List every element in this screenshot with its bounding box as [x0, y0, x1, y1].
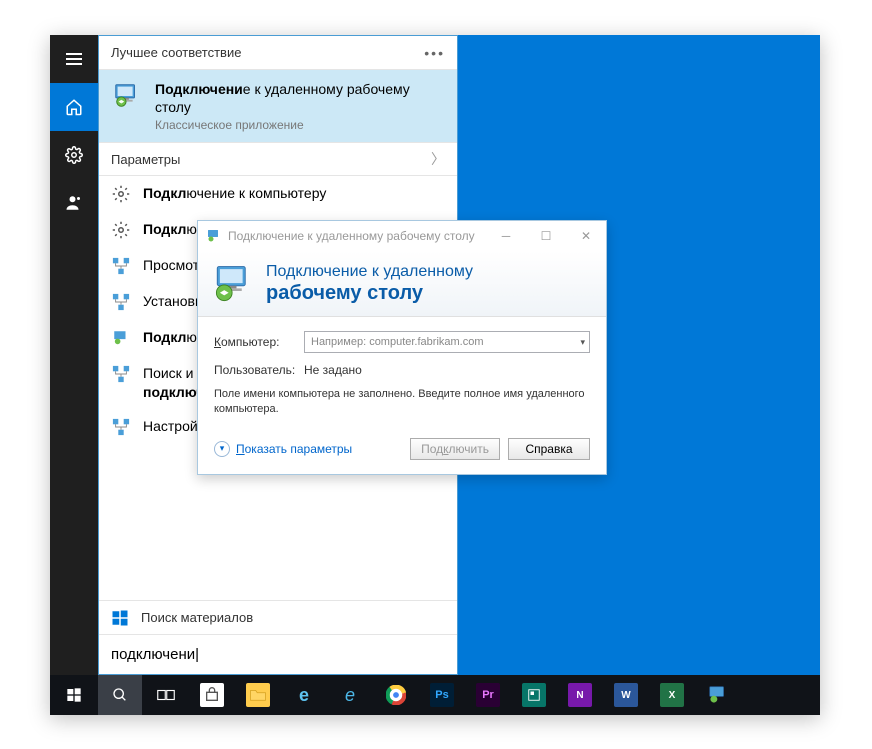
rdp-banner-line2: рабочему столу — [266, 281, 473, 305]
gear-icon — [65, 146, 83, 164]
hamburger-icon — [66, 53, 82, 65]
tb-photoshop[interactable]: Ps — [420, 675, 464, 715]
result-item[interactable]: Подключение к компьютеру — [99, 176, 457, 212]
computer-combobox[interactable]: Например: computer.fabrikam.com ▾ — [304, 331, 590, 353]
params-section-header[interactable]: Параметры 〉 — [99, 142, 457, 176]
best-match-subtitle: Классическое приложение — [155, 118, 445, 132]
computer-label: Компьютер: — [214, 335, 296, 349]
tb-premiere[interactable]: Pr — [466, 675, 510, 715]
result-text: Подключение к компьютеру — [143, 184, 326, 202]
edge-icon: e — [292, 683, 316, 707]
start-rail — [50, 35, 98, 675]
close-button[interactable]: ✕ — [566, 221, 606, 251]
params-label: Параметры — [111, 152, 180, 167]
tb-rdp[interactable] — [696, 675, 740, 715]
search-icon — [112, 687, 128, 703]
result-icon — [111, 417, 131, 437]
rdp-icon — [111, 80, 143, 112]
user-label: Пользователь: — [214, 363, 296, 377]
maximize-button[interactable]: ☐ — [526, 221, 566, 251]
more-button[interactable]: ••• — [424, 45, 445, 61]
tb-explorer[interactable] — [236, 675, 280, 715]
taskview-icon — [157, 688, 175, 702]
taskbar: e e Ps Pr N W X — [50, 675, 820, 715]
person-icon — [65, 194, 83, 212]
rdp-titlebar[interactable]: Подключение к удаленному рабочему столу … — [198, 221, 606, 251]
rdp-title-icon — [206, 228, 222, 244]
ps-icon: Ps — [430, 683, 454, 707]
show-options-label: Показать параметры — [236, 442, 352, 456]
rdp-taskbar-icon — [707, 685, 729, 705]
store-icon — [200, 683, 224, 707]
chevron-down-icon: ▾ — [580, 337, 585, 348]
user-value: Не задано — [304, 363, 362, 377]
account-rail-button[interactable] — [50, 179, 98, 227]
tb-chrome[interactable] — [374, 675, 418, 715]
onenote-icon: N — [568, 683, 592, 707]
result-icon — [111, 292, 131, 312]
tb-ie[interactable]: e — [328, 675, 372, 715]
home-button[interactable] — [50, 83, 98, 131]
task-view-button[interactable] — [144, 675, 188, 715]
result-icon — [111, 220, 131, 240]
windows-icon — [66, 687, 82, 703]
rdp-banner-line1: Подключение к удаленному — [266, 262, 473, 281]
excel-icon: X — [660, 683, 684, 707]
windows-icon — [111, 609, 129, 627]
pr-icon: Pr — [476, 683, 500, 707]
pub-icon — [522, 683, 546, 707]
computer-placeholder: Например: computer.fabrikam.com — [311, 336, 484, 348]
rdp-title-text: Подключение к удаленному рабочему столу — [228, 229, 486, 243]
tb-onenote[interactable]: N — [558, 675, 602, 715]
result-icon — [111, 364, 131, 384]
store-label: Поиск материалов — [141, 610, 253, 625]
result-icon — [111, 328, 131, 348]
show-options-button[interactable]: ▾ Показать параметры — [214, 441, 352, 457]
chevron-right-icon: 〉 — [431, 149, 445, 169]
best-match-item[interactable]: Подключение к удаленному рабочему столу … — [99, 70, 457, 142]
help-button[interactable]: Справка — [508, 438, 590, 460]
connect-button[interactable]: Подключить — [410, 438, 500, 460]
rdp-window: Подключение к удаленному рабочему столу … — [197, 220, 607, 475]
rdp-hint-text: Поле имени компьютера не заполнено. Введ… — [214, 387, 590, 418]
word-icon: W — [614, 683, 638, 707]
settings-rail-button[interactable] — [50, 131, 98, 179]
result-icon — [111, 184, 131, 204]
folder-icon — [246, 683, 270, 707]
tb-publisher[interactable] — [512, 675, 556, 715]
search-input[interactable]: подключени — [99, 634, 457, 674]
tb-word[interactable]: W — [604, 675, 648, 715]
start-button[interactable] — [52, 675, 96, 715]
best-match-title: Подключение к удаленному рабочему столу — [155, 80, 445, 116]
tb-excel[interactable]: X — [650, 675, 694, 715]
result-icon — [111, 256, 131, 276]
ie-icon: e — [338, 683, 362, 707]
rdp-banner-icon — [212, 263, 254, 305]
home-icon — [65, 98, 83, 116]
taskbar-search[interactable] — [98, 675, 142, 715]
minimize-button[interactable]: ─ — [486, 221, 526, 251]
hamburger-button[interactable] — [50, 35, 98, 83]
search-text: подключени — [111, 646, 199, 663]
store-section[interactable]: Поиск материалов — [99, 600, 457, 634]
best-match-label: Лучшее соответствие — [111, 45, 241, 60]
rdp-banner: Подключение к удаленному рабочему столу — [198, 251, 606, 317]
chrome-icon — [386, 685, 406, 705]
tb-store[interactable] — [190, 675, 234, 715]
expand-down-icon: ▾ — [214, 441, 230, 457]
tb-edge[interactable]: e — [282, 675, 326, 715]
best-match-header: Лучшее соответствие ••• — [99, 36, 457, 70]
